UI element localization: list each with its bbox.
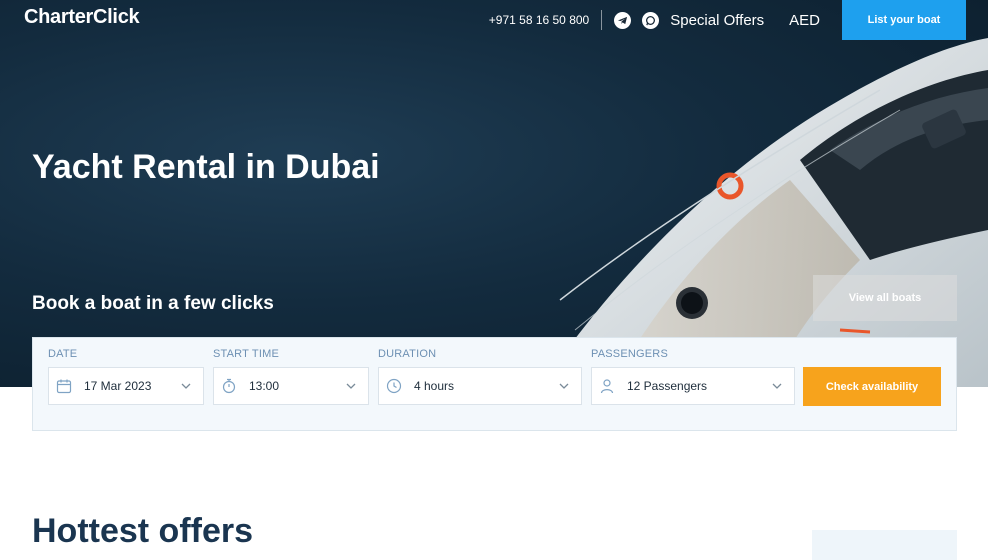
chevron-down-icon bbox=[557, 379, 571, 393]
list-your-boat-button[interactable]: List your boat bbox=[842, 0, 966, 40]
booking-form: DATE 17 Mar 2023 START TIME 13:00 DURATI… bbox=[32, 337, 957, 431]
logo[interactable]: CharterClick bbox=[24, 6, 140, 29]
telegram-icon[interactable] bbox=[614, 11, 632, 29]
currency-selector[interactable]: AED bbox=[789, 12, 820, 29]
user-icon bbox=[598, 377, 616, 395]
top-nav: +971 58 16 50 800 Special Offers AED Lis… bbox=[489, 0, 966, 40]
section-card-placeholder bbox=[812, 530, 957, 560]
page-title: Yacht Rental in Dubai bbox=[32, 148, 380, 186]
start-time-value: 13:00 bbox=[249, 379, 280, 393]
start-time-label: START TIME bbox=[213, 348, 279, 360]
calendar-icon bbox=[55, 377, 73, 395]
special-offers-link[interactable]: Special Offers bbox=[670, 12, 764, 29]
yacht-image bbox=[540, 38, 988, 387]
view-all-boats-button[interactable]: View all boats bbox=[813, 275, 957, 321]
chevron-down-icon bbox=[179, 379, 193, 393]
whatsapp-icon[interactable] bbox=[642, 11, 660, 29]
section-heading: Hottest offers bbox=[32, 512, 254, 550]
date-value: 17 Mar 2023 bbox=[84, 379, 152, 393]
passengers-field[interactable]: 12 Passengers bbox=[591, 367, 795, 405]
start-time-field[interactable]: 13:00 bbox=[213, 367, 369, 405]
hero-banner: CharterClick +971 58 16 50 800 Special O… bbox=[0, 0, 988, 387]
passengers-label: PASSENGERS bbox=[591, 348, 668, 360]
date-label: DATE bbox=[48, 348, 78, 360]
chevron-down-icon bbox=[770, 379, 784, 393]
clock-icon bbox=[385, 377, 403, 395]
duration-value: 4 hours bbox=[414, 379, 455, 393]
stopwatch-icon bbox=[220, 377, 238, 395]
check-availability-button[interactable]: Check availability bbox=[803, 367, 941, 406]
passengers-value: 12 Passengers bbox=[627, 379, 708, 393]
chevron-down-icon bbox=[344, 379, 358, 393]
duration-label: DURATION bbox=[378, 348, 437, 360]
phone-number[interactable]: +971 58 16 50 800 bbox=[489, 13, 589, 27]
duration-field[interactable]: 4 hours bbox=[378, 367, 582, 405]
hero-subtitle: Book a boat in a few clicks bbox=[32, 293, 274, 314]
nav-divider bbox=[601, 10, 603, 30]
date-field[interactable]: 17 Mar 2023 bbox=[48, 367, 204, 405]
